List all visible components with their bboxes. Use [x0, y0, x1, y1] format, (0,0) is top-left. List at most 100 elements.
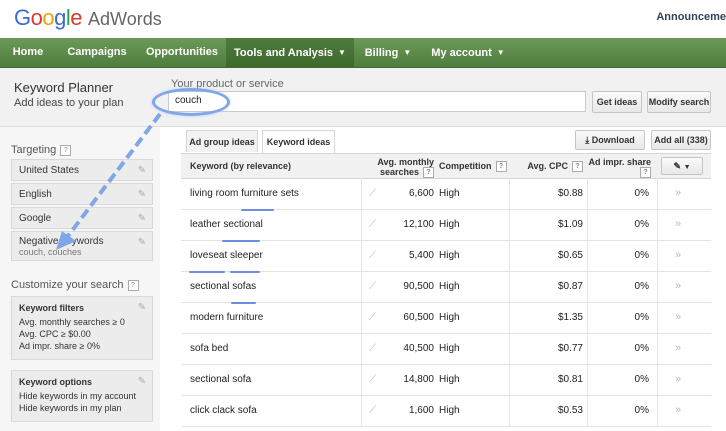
trend-icon[interactable]: ⟋	[369, 178, 376, 209]
add-to-plan-icon[interactable]: »	[675, 178, 681, 209]
tab-ad-group-ideas[interactable]: Ad group ideas	[186, 130, 258, 152]
competition-cell: High	[439, 281, 460, 292]
keyword-cell[interactable]: sectional sofa	[190, 364, 251, 395]
competition-cell: High	[439, 405, 460, 416]
pencil-icon[interactable]: ✎	[138, 213, 146, 224]
pencil-icon[interactable]: ✎	[138, 237, 146, 248]
help-icon[interactable]: ?	[572, 161, 583, 172]
tab-keyword-ideas[interactable]: Keyword ideas	[262, 130, 335, 153]
nav-home[interactable]: Home	[0, 38, 56, 67]
keyword-cell[interactable]: modern furniture	[190, 302, 263, 333]
impr-share-cell: 0%	[634, 188, 649, 199]
competition-cell: High	[439, 312, 460, 323]
trend-icon[interactable]: ⟋	[369, 271, 376, 302]
competition-cell: High	[439, 343, 460, 354]
location-target[interactable]: United States ✎	[11, 159, 153, 181]
impr-share-cell: 0%	[634, 250, 649, 261]
competition-cell: High	[439, 219, 460, 230]
download-button[interactable]: ⤓ Download	[575, 130, 645, 150]
pencil-icon: ✎	[673, 161, 682, 171]
keyword-cell[interactable]: living room furniture sets	[190, 178, 299, 209]
searches-cell: 40,500	[403, 343, 434, 354]
help-icon[interactable]: ?	[640, 167, 651, 178]
add-to-plan-icon[interactable]: »	[675, 364, 681, 395]
nav-campaigns[interactable]: Campaigns	[56, 38, 138, 67]
col-competition[interactable]: Competition?	[439, 154, 507, 178]
language-target[interactable]: English ✎	[11, 183, 153, 205]
table-row[interactable]: leather sectional ⟋ 12,100 High $1.09 0% »	[181, 209, 711, 241]
keyword-cell[interactable]: sofa bed	[190, 333, 228, 364]
add-to-plan-icon[interactable]: »	[675, 209, 681, 240]
column-settings-button[interactable]: ✎ ▼	[661, 157, 703, 175]
keyword-cell[interactable]: loveseat sleeper	[190, 240, 263, 271]
add-to-plan-icon[interactable]: »	[675, 240, 681, 271]
nav-my-account[interactable]: My account ▼	[422, 38, 514, 67]
get-ideas-button[interactable]: Get ideas	[592, 91, 642, 113]
keyword-filters[interactable]: Keyword filters Avg. monthly searches ≥ …	[11, 296, 153, 360]
impr-share-cell: 0%	[634, 405, 649, 416]
keyword-cell[interactable]: sectional sofas	[190, 271, 256, 302]
trend-icon[interactable]: ⟋	[369, 302, 376, 333]
impr-share-cell: 0%	[634, 374, 649, 385]
add-to-plan-icon[interactable]: »	[675, 333, 681, 364]
competition-cell: High	[439, 250, 460, 261]
trend-icon[interactable]: ⟋	[369, 240, 376, 271]
table-row[interactable]: loveseat sleeper ⟋ 5,400 High $0.65 0% »	[181, 240, 711, 272]
help-icon[interactable]: ?	[127, 280, 139, 291]
impr-share-cell: 0%	[634, 343, 649, 354]
add-to-plan-icon[interactable]: »	[675, 271, 681, 302]
add-all-button[interactable]: Add all (338)	[651, 130, 711, 150]
keyword-options[interactable]: Keyword options Hide keywords in my acco…	[11, 370, 153, 422]
nav-billing[interactable]: Billing ▼	[354, 38, 422, 67]
col-searches[interactable]: Avg. monthly searches?	[364, 154, 434, 178]
add-to-plan-icon[interactable]: »	[675, 395, 681, 426]
table-row[interactable]: sofa bed ⟋ 40,500 High $0.77 0% »	[181, 333, 711, 365]
targeting-label: Targeting?	[11, 144, 72, 156]
help-icon[interactable]: ?	[423, 167, 434, 178]
download-icon: ⤓	[585, 135, 590, 145]
help-icon[interactable]: ?	[60, 145, 72, 156]
trend-icon[interactable]: ⟋	[369, 364, 376, 395]
keyword-cell[interactable]: click clack sofa	[190, 395, 257, 426]
help-icon[interactable]: ?	[495, 161, 507, 172]
pencil-icon[interactable]: ✎	[138, 165, 146, 176]
modify-search-button[interactable]: Modify search	[647, 91, 711, 113]
pencil-icon[interactable]: ✎	[138, 376, 146, 387]
searches-cell: 60,500	[403, 312, 434, 323]
cpc-cell: $0.88	[557, 188, 583, 199]
caret-down-icon: ▼	[403, 48, 412, 57]
cpc-cell: $0.65	[557, 250, 583, 261]
competition-cell: High	[439, 374, 460, 385]
adwords-logo[interactable]: Google AdWords	[14, 5, 162, 31]
add-to-plan-icon[interactable]: »	[675, 302, 681, 333]
caret-down-icon: ▼	[338, 48, 346, 57]
keyword-cell[interactable]: leather sectional	[190, 209, 263, 240]
col-keyword[interactable]: Keyword (by relevance)	[190, 154, 291, 178]
main-nav: Home Campaigns Opportunities Tools and A…	[0, 38, 726, 68]
announcements-link[interactable]: Announceme	[656, 11, 726, 23]
table-row[interactable]: living room furniture sets ⟋ 6,600 High $0.8…	[181, 178, 711, 210]
table-header: Keyword (by relevance) Avg. monthly sear…	[181, 153, 711, 179]
trend-icon[interactable]: ⟋	[369, 209, 376, 240]
trend-icon[interactable]: ⟋	[369, 333, 376, 364]
cpc-cell: $0.53	[557, 405, 583, 416]
table-row[interactable]: click clack sofa ⟋ 1,600 High $0.53 0% »	[181, 395, 711, 427]
network-target[interactable]: Google ✎	[11, 207, 153, 229]
nav-opportunities[interactable]: Opportunities	[138, 38, 226, 67]
trend-icon[interactable]: ⟋	[369, 395, 376, 426]
product-input[interactable]: couch	[168, 91, 586, 112]
nav-tools-and-analysis[interactable]: Tools and Analysis ▼	[226, 38, 354, 67]
table-row[interactable]: sectional sofas ⟋ 90,500 High $0.87 0% »	[181, 271, 711, 303]
cpc-cell: $0.81	[557, 374, 583, 385]
pencil-icon[interactable]: ✎	[138, 302, 146, 313]
table-row[interactable]: sectional sofa ⟋ 14,800 High $0.81 0% »	[181, 364, 711, 396]
col-impr-share[interactable]: Ad impr. share ?	[585, 154, 651, 178]
searches-cell: 90,500	[403, 281, 434, 292]
pencil-icon[interactable]: ✎	[138, 189, 146, 200]
impr-share-cell: 0%	[634, 312, 649, 323]
cpc-cell: $0.77	[557, 343, 583, 354]
caret-down-icon: ▼	[496, 48, 505, 57]
col-cpc[interactable]: Avg. CPC?	[517, 154, 583, 178]
negative-keywords[interactable]: Negative keywords couch, couches ✎	[11, 231, 153, 261]
table-row[interactable]: modern furniture ⟋ 60,500 High $1.35 0% »	[181, 302, 711, 334]
